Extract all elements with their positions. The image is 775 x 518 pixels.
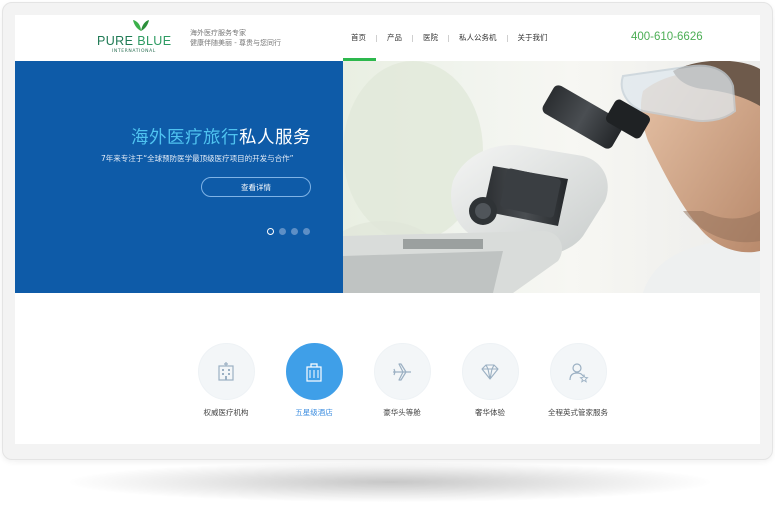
slogan: 海外医疗服务专家 健康伴随美丽 - 尊贵与您同行 [190,28,281,48]
feature-label: 权威医疗机构 [203,408,249,417]
main-nav: 首页 产品 医院 私人公务机 关于我们 [341,31,558,45]
feature-circle [197,343,255,400]
phone-number: 400-610-6626 [631,31,703,43]
slide-dot[interactable] [279,228,286,235]
site-header: PURE BLUE INTERNATIONAL 海外医疗服务专家 健康伴随美丽 … [15,15,760,61]
slide-dot[interactable] [291,228,298,235]
website-screen: PURE BLUE INTERNATIONAL 海外医疗服务专家 健康伴随美丽 … [15,15,760,444]
feature-first-class[interactable]: 豪华头等舱 [362,343,442,418]
leaf-icon [133,20,149,31]
butler-icon [569,362,589,383]
frame-shadow [70,462,710,502]
nav-item-hospitals[interactable]: 医院 [413,31,448,45]
logo-wordmark: PURE BLUE [97,34,172,48]
banner-photo [343,61,760,293]
features-section: 权威医疗机构 五星级酒店 豪华头等舱 奢华体验 全程英式管家服务 [15,293,760,444]
logo[interactable]: PURE BLUE INTERNATIONAL [97,18,183,58]
banner-title: 海外医疗旅行私人服务 [131,128,311,148]
feature-circle [285,343,343,400]
feature-label: 奢华体验 [475,408,505,417]
slide-dot[interactable] [303,228,310,235]
feature-label: 全程英式管家服务 [548,408,608,417]
feature-five-star-hotel[interactable]: 五星级酒店 [274,343,354,418]
browser-frame: PURE BLUE INTERNATIONAL 海外医疗服务专家 健康伴随美丽 … [2,2,773,460]
feature-circle [373,343,431,400]
hotel-icon [306,362,322,382]
hero-banner: 海外医疗旅行私人服务 7年来专注于“全球预防医学最顶级医疗项目的开发与合作” 查… [15,61,760,293]
nav-item-home[interactable]: 首页 [341,31,376,45]
logo-subtitle: INTERNATIONAL [112,49,156,54]
banner-subtitle: 7年来专注于“全球预防医学最顶级医疗项目的开发与合作” [101,154,294,163]
diamond-icon [481,363,499,380]
nav-item-private-jet[interactable]: 私人公务机 [449,31,507,45]
view-details-button[interactable]: 查看详情 [201,177,311,197]
nav-item-products[interactable]: 产品 [377,31,412,45]
feature-circle [549,343,607,400]
feature-luxury-experience[interactable]: 奢华体验 [450,343,530,418]
feature-butler-service[interactable]: 全程英式管家服务 [538,343,618,418]
airplane-icon [393,362,411,381]
hospital-icon [218,361,234,381]
feature-circle [461,343,519,400]
slogan-line-1: 海外医疗服务专家 [190,29,246,37]
feature-medical-institution[interactable]: 权威医疗机构 [186,343,266,418]
banner-text-panel: 海外医疗旅行私人服务 7年来专注于“全球预防医学最顶级医疗项目的开发与合作” 查… [15,61,343,293]
feature-label: 五星级酒店 [295,408,333,417]
scientist-microscope-photo [343,61,760,293]
slide-dot[interactable] [267,228,274,235]
slogan-line-2: 健康伴随美丽 - 尊贵与您同行 [190,39,281,47]
feature-label: 豪华头等舱 [383,408,421,417]
slide-indicators [267,228,310,235]
nav-item-about[interactable]: 关于我们 [508,31,558,45]
